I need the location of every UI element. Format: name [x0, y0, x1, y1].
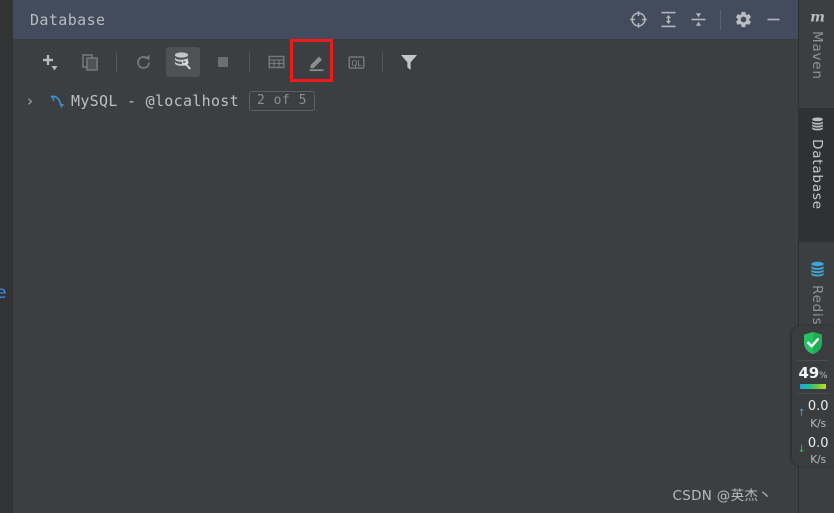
sidebar-item-label: Database	[809, 139, 825, 210]
upload-arrow-icon: ↑	[797, 407, 806, 419]
cpu-usage-readout: 49%	[792, 361, 834, 389]
sidebar-item-database[interactable]: Database	[799, 108, 834, 242]
upload-speed-readout: 0.0 K/s	[808, 397, 829, 431]
chevron-right-icon[interactable]: ›	[27, 93, 47, 109]
duplicate-button[interactable]	[73, 47, 107, 77]
expand-all-icon[interactable]	[653, 5, 683, 35]
svg-text:QL: QL	[351, 59, 362, 68]
redis-cylinder-icon	[808, 260, 827, 279]
tree-row-mysql-localhost[interactable]: › MySQL - @localhost 2 of 5	[13, 88, 798, 114]
filter-button[interactable]	[392, 47, 426, 77]
refresh-button[interactable]	[126, 47, 160, 77]
download-speed-unit: K/s	[810, 454, 827, 466]
jump-to-table-button[interactable]	[259, 47, 293, 77]
toolbar-divider-3	[382, 52, 383, 72]
toolbar-divider-1	[116, 52, 117, 72]
database-toolbar: QL	[13, 39, 798, 85]
sidebar-item-label: Maven	[809, 31, 825, 80]
watermark-text: CSDN @英杰丶	[672, 488, 772, 504]
cpu-usage-bar	[800, 384, 826, 389]
stop-button[interactable]	[206, 47, 240, 77]
modify-button[interactable]	[299, 47, 333, 77]
status-badge: 2 of 5	[248, 91, 315, 111]
page-title: Database	[30, 10, 106, 29]
download-speed-value: 0.0	[807, 435, 829, 451]
cpu-usage-unit: %	[818, 371, 828, 381]
upload-speed-value: 0.0	[807, 399, 829, 414]
svg-text:m: m	[810, 10, 825, 26]
settings-gear-icon[interactable]	[728, 5, 758, 35]
add-new-button[interactable]	[33, 47, 67, 77]
database-tool-window: Database QL › MySQL - @localhost 2 of 5 …	[13, 0, 798, 513]
tool-window-header: Database	[13, 0, 798, 39]
data-source-properties-button[interactable]	[166, 39, 333, 82]
partial-edge-glyph: e	[0, 283, 7, 303]
database-cylinder-icon	[809, 116, 826, 133]
left-gutter-strip: e	[0, 0, 13, 513]
minimize-icon[interactable]	[758, 5, 788, 35]
collapse-all-icon[interactable]	[683, 5, 713, 35]
header-actions	[623, 5, 798, 35]
download-speed-row: ↓ 0.0 K/s	[792, 431, 834, 466]
sidebar-item-maven[interactable]: m Maven	[799, 0, 834, 104]
app-root: e Database QL › MySQL - @localhost 2 of …	[0, 0, 834, 513]
system-monitor-widget[interactable]: 49% ↑ 0.0 K/s ↓ 0.0 K/s	[792, 326, 834, 466]
header-divider	[720, 9, 721, 30]
cpu-usage-value: 49	[798, 364, 819, 382]
mysql-dolphin-icon	[47, 92, 71, 110]
upload-speed-row: ↑ 0.0 K/s	[792, 394, 834, 431]
maven-icon: m	[809, 8, 826, 26]
toolbar-divider-2	[249, 52, 250, 72]
download-speed-readout: 0.0 K/s	[808, 434, 829, 466]
tree-item-label: MySQL - @localhost	[71, 92, 239, 110]
security-shield-check-icon[interactable]	[792, 326, 834, 356]
download-arrow-icon: ↓	[797, 444, 806, 456]
scroll-from-source-icon[interactable]	[623, 5, 653, 35]
query-console-button[interactable]: QL	[339, 47, 373, 77]
database-tree: › MySQL - @localhost 2 of 5	[13, 85, 798, 114]
upload-speed-unit: K/s	[810, 417, 827, 430]
